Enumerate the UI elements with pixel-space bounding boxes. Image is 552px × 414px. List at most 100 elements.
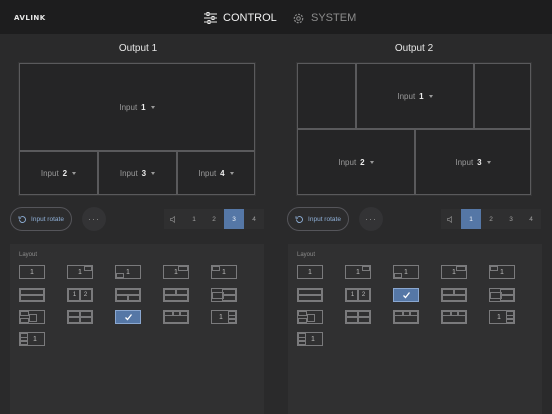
- layout-label-text: 1: [30, 268, 34, 276]
- layout-label-text: 1: [33, 335, 37, 343]
- page-3[interactable]: 3: [224, 209, 244, 229]
- layout-thumb-5[interactable]: 1: [489, 265, 515, 279]
- sub-window: [456, 266, 466, 271]
- layout-thumb-16[interactable]: 1: [19, 332, 45, 346]
- sub-window: [20, 294, 44, 301]
- speaker-icon[interactable]: [164, 209, 184, 229]
- layout-thumb-8-selected[interactable]: [393, 288, 419, 302]
- rotate-label: Input rotate: [31, 215, 64, 223]
- layout-thumb-7[interactable]: 12: [345, 288, 371, 302]
- page-2[interactable]: 2: [481, 209, 501, 229]
- layout-thumb-12[interactable]: [345, 310, 371, 324]
- output-2-more-button[interactable]: ···: [359, 207, 383, 231]
- dropdown-caret-icon: [72, 171, 77, 175]
- layout-thumb-6[interactable]: [19, 288, 45, 302]
- window-label: Input: [40, 168, 59, 178]
- rotate-icon: [295, 215, 303, 223]
- output-1-input-rotate-button[interactable]: Input rotate: [10, 207, 72, 231]
- speaker-icon[interactable]: [441, 209, 461, 229]
- layout-thumb-4[interactable]: 1: [441, 265, 467, 279]
- output-2-window-2[interactable]: Input 2: [297, 129, 415, 195]
- layout-thumb-15[interactable]: 1: [489, 310, 515, 324]
- layout-thumb-16[interactable]: 1: [297, 332, 323, 346]
- output-2-input-rotate-button[interactable]: Input rotate: [287, 207, 349, 231]
- sub-window: [222, 294, 236, 301]
- output-1-window-3[interactable]: Input 3: [98, 151, 177, 195]
- output-1-window-1[interactable]: Input 1: [19, 63, 255, 151]
- output-2-window-1[interactable]: Input 1: [356, 63, 474, 129]
- window-label: Input: [338, 157, 357, 167]
- sub-window: [394, 273, 402, 278]
- layout-thumb-5[interactable]: 1: [211, 265, 237, 279]
- dropdown-caret-icon: [369, 160, 374, 164]
- layout-thumb-6[interactable]: [297, 288, 323, 302]
- tab-control[interactable]: CONTROL: [204, 9, 277, 27]
- layout-thumb-12[interactable]: [67, 310, 93, 324]
- sub-window: [164, 294, 188, 301]
- window-label: Input: [119, 102, 138, 112]
- rotate-label: Input rotate: [308, 215, 341, 223]
- page-1[interactable]: 1: [461, 209, 481, 229]
- sub-window: [127, 294, 140, 301]
- layout-thumb-10[interactable]: [489, 288, 515, 302]
- rotate-icon: [18, 215, 26, 223]
- sub-window: [116, 273, 124, 278]
- sub-window: [79, 316, 92, 323]
- output-2-right-bar: [474, 63, 531, 129]
- layout-label: Layout: [297, 252, 316, 258]
- layout-thumb-11[interactable]: [297, 310, 323, 324]
- sub-window: [298, 294, 322, 301]
- output-1-more-button[interactable]: ···: [82, 207, 106, 231]
- layout-label-text: 1: [311, 335, 315, 343]
- layout-thumb-15[interactable]: 1: [211, 310, 237, 324]
- page-3[interactable]: 3: [501, 209, 521, 229]
- sub-window: [307, 314, 315, 322]
- checkmark-icon: [125, 314, 132, 321]
- page-2[interactable]: 2: [204, 209, 224, 229]
- layout-thumb-13[interactable]: [393, 310, 419, 324]
- window-number: 2: [62, 168, 68, 178]
- layout-thumb-1[interactable]: 1: [297, 265, 323, 279]
- sub-window: [298, 318, 307, 323]
- sub-window: [84, 266, 92, 271]
- page-4[interactable]: 4: [244, 209, 264, 229]
- gear-icon: [293, 13, 304, 23]
- layout-thumb-8[interactable]: [115, 288, 141, 302]
- output-1-layout-panel: Layout 1 1 1 1 1 12 1 1: [10, 244, 264, 414]
- output-2-title: Output 2: [394, 43, 434, 54]
- dropdown-caret-icon: [150, 105, 155, 109]
- brand-logo: AVLINK: [14, 14, 46, 22]
- layout-thumb-3[interactable]: 1: [393, 265, 419, 279]
- layout-thumb-1[interactable]: 1: [19, 265, 45, 279]
- tab-control-label: CONTROL: [223, 12, 277, 24]
- layout-thumb-2[interactable]: 1: [67, 265, 93, 279]
- layout-thumb-10[interactable]: [211, 288, 237, 302]
- output-2-window-3[interactable]: Input 3: [415, 129, 531, 195]
- sub-window: [500, 294, 514, 301]
- sub-window: [20, 318, 29, 323]
- output-2-left-bar: [297, 63, 356, 129]
- tab-system[interactable]: SYSTEM: [292, 9, 356, 27]
- layout-thumb-11[interactable]: [19, 310, 45, 324]
- sub-window: 2: [357, 289, 370, 301]
- window-number: 4: [220, 168, 225, 178]
- output-1-window-2[interactable]: Input 2: [19, 151, 98, 195]
- window-number: 3: [477, 157, 482, 167]
- layout-thumb-3[interactable]: 1: [115, 265, 141, 279]
- sub-window: [394, 315, 418, 323]
- sub-window: [442, 315, 466, 323]
- output-1-window-4[interactable]: Input 4: [177, 151, 255, 195]
- layout-thumb-2[interactable]: 1: [345, 265, 371, 279]
- sub-window: [228, 318, 236, 323]
- layout-thumb-7[interactable]: 12: [67, 288, 93, 302]
- output-2-page-selector: 1 2 3 4: [441, 209, 541, 229]
- page-1[interactable]: 1: [184, 209, 204, 229]
- layout-thumb-9[interactable]: [441, 288, 467, 302]
- layout-thumb-14[interactable]: [163, 310, 189, 324]
- page-4[interactable]: 4: [521, 209, 541, 229]
- layout-thumb-14[interactable]: [441, 310, 467, 324]
- layout-thumb-13-selected[interactable]: [115, 310, 141, 324]
- layout-thumb-4[interactable]: 1: [163, 265, 189, 279]
- sub-window: [29, 314, 37, 322]
- layout-thumb-9[interactable]: [163, 288, 189, 302]
